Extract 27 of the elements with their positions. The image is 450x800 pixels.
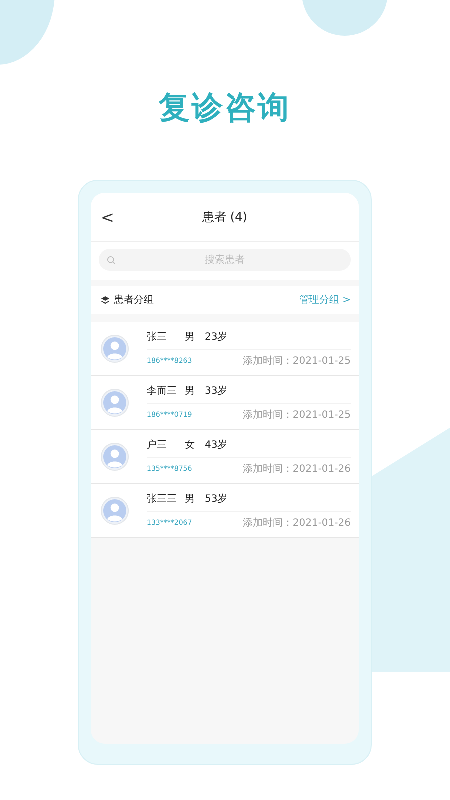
page-title: 患者 (4) (202, 208, 248, 226)
patient-age: 53岁 (205, 492, 228, 506)
group-label: 患者分组 (114, 294, 155, 307)
avatar-icon (101, 388, 129, 416)
patient-gender: 男 (185, 385, 196, 398)
patient-name: 户三 (147, 438, 168, 452)
patient-gender: 男 (185, 493, 196, 506)
avatar-icon (101, 442, 129, 470)
avatar-icon (101, 496, 129, 524)
patient-age: 33岁 (205, 384, 228, 398)
patient-gender: 女 (185, 439, 196, 452)
layers-icon (101, 296, 110, 304)
search-field[interactable]: 搜索患者 (99, 249, 351, 271)
added-date: 添加时间：2021-01-25 (242, 354, 351, 368)
added-date: 添加时间：2021-01-26 (242, 462, 351, 476)
patient-name: 李而三 (147, 384, 178, 398)
back-button[interactable]: < (97, 208, 118, 226)
search-icon (107, 256, 116, 264)
added-date: 添加时间：2021-01-25 (242, 408, 351, 422)
added-date: 添加时间：2021-01-26 (242, 516, 351, 530)
headline: 复诊咨询 (159, 89, 291, 128)
patient-age: 43岁 (205, 438, 228, 452)
patient-gender: 男 (185, 331, 196, 344)
patient-name: 张三 (147, 330, 168, 344)
avatar-icon (101, 334, 129, 362)
patient-age: 23岁 (205, 330, 228, 344)
patient-name: 张三三 (147, 492, 178, 506)
